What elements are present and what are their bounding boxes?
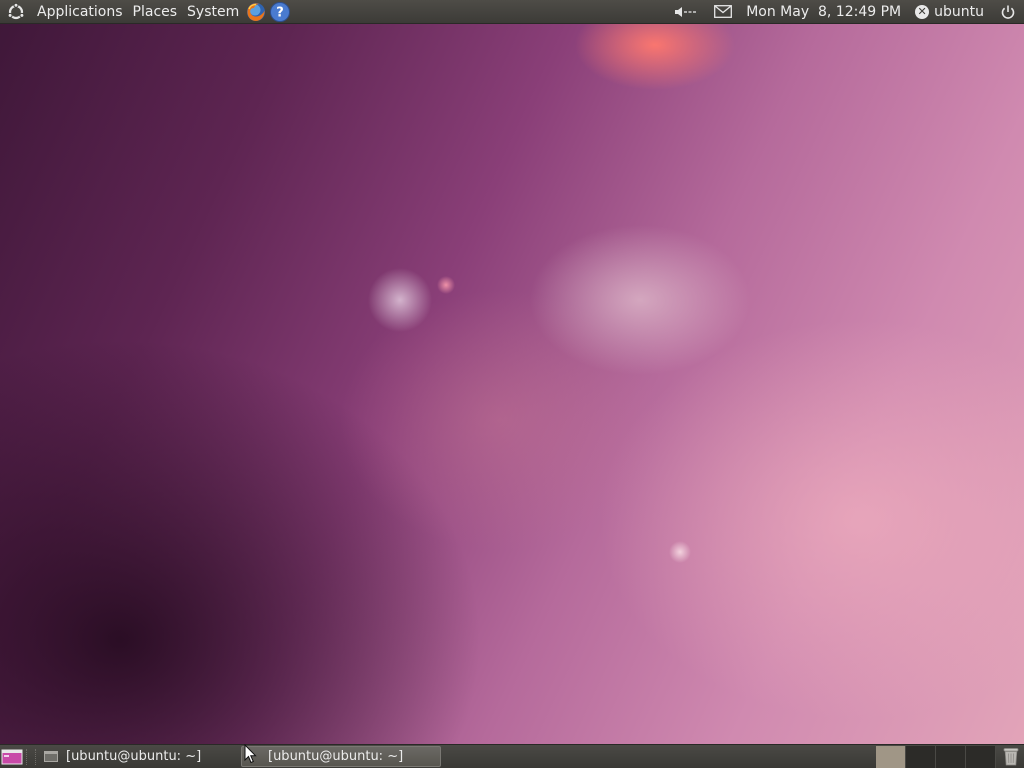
- taskbar-label: [ubuntu@ubuntu: ~]: [66, 749, 202, 764]
- menu-applications[interactable]: Applications: [32, 0, 128, 24]
- workspace-4[interactable]: [966, 745, 996, 768]
- workspace-2[interactable]: [906, 745, 936, 768]
- user-name: ubuntu: [934, 3, 984, 20]
- taskbar-label: [ubuntu@ubuntu: ~]: [268, 749, 404, 764]
- volume-icon[interactable]: [674, 5, 698, 19]
- status-offline-icon: ✕: [915, 4, 930, 19]
- ubuntu-logo-icon[interactable]: [6, 2, 26, 22]
- help-icon[interactable]: ?: [269, 1, 291, 23]
- mouse-cursor-icon: [244, 744, 257, 764]
- taskbar-button-terminal-2[interactable]: [ubuntu@ubuntu: ~]: [241, 746, 441, 767]
- menu-system[interactable]: System: [182, 0, 244, 24]
- workspace-3[interactable]: [936, 745, 966, 768]
- show-desktop-icon[interactable]: [0, 746, 24, 768]
- mail-icon[interactable]: [714, 5, 733, 18]
- clock[interactable]: Mon May 8, 12:49 PM: [746, 4, 901, 20]
- top-panel-left: Applications Places System ?: [0, 0, 292, 24]
- firefox-icon[interactable]: [245, 1, 267, 23]
- trash-icon[interactable]: [1000, 746, 1022, 768]
- taskbar-button-terminal-1[interactable]: [ubuntu@ubuntu: ~]: [38, 746, 238, 767]
- terminal-icon: [44, 751, 58, 762]
- screen: Applications Places System ? Mon May 8, …: [0, 0, 1024, 768]
- workspace-switcher: [876, 745, 996, 768]
- svg-text:?: ?: [276, 5, 284, 20]
- workspace-1[interactable]: [876, 745, 906, 768]
- top-panel: Applications Places System ? Mon May 8, …: [0, 0, 1024, 24]
- top-panel-right: Mon May 8, 12:49 PM ✕ ubuntu: [666, 0, 1024, 24]
- user-menu[interactable]: ✕ ubuntu: [915, 4, 984, 20]
- desktop-wallpaper[interactable]: [0, 0, 1024, 768]
- power-icon[interactable]: [1000, 4, 1016, 20]
- panel-drag-handle[interactable]: [26, 748, 36, 765]
- menu-places[interactable]: Places: [128, 0, 183, 24]
- bottom-panel: [ubuntu@ubuntu: ~] [ubuntu@ubuntu: ~]: [0, 744, 1024, 768]
